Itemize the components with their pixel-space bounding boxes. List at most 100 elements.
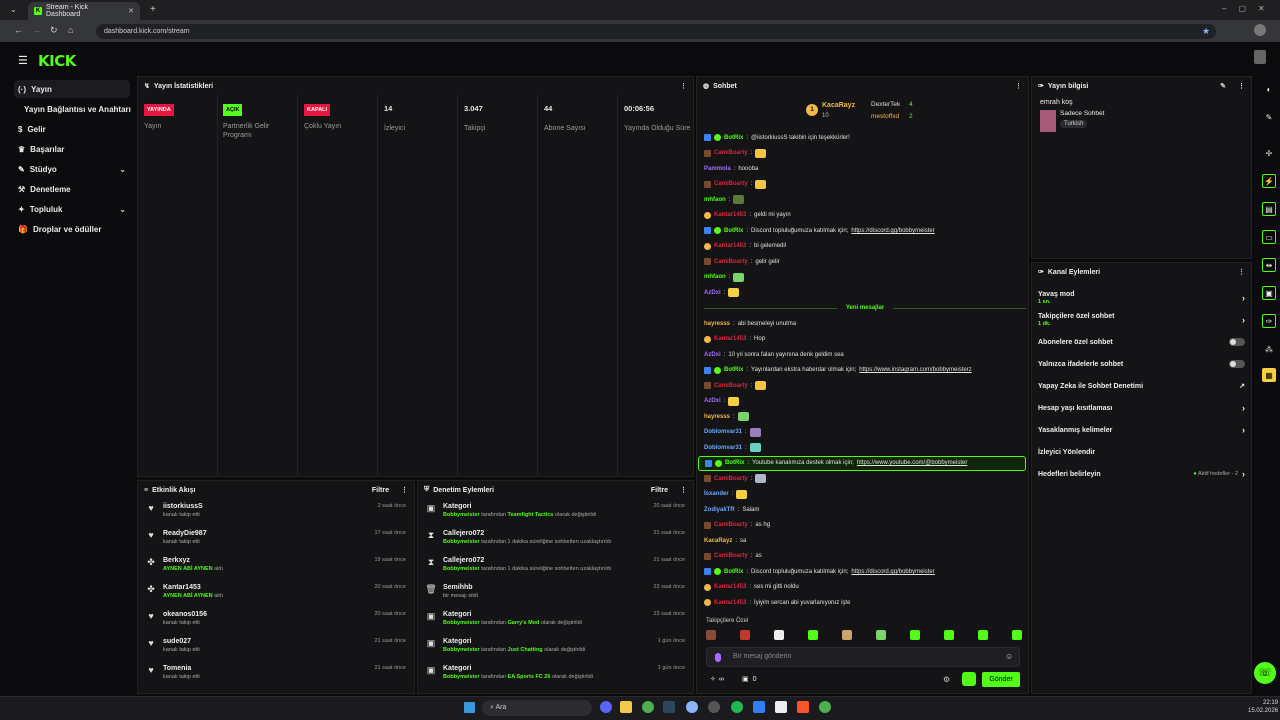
chat-message[interactable]: Doblomvar31: <box>698 440 1026 456</box>
chat-message[interactable]: CamiBoarty: <box>698 146 1026 162</box>
chat-link[interactable]: https://discord.gg/bobbymeister <box>851 569 934 575</box>
bookmark-star-icon[interactable]: ★ <box>1202 26 1210 37</box>
vscode-icon[interactable] <box>753 701 765 713</box>
home-icon[interactable]: ⌂ <box>68 25 73 35</box>
emote-icon[interactable] <box>842 630 852 640</box>
emote-icon[interactable] <box>910 630 920 640</box>
activity-row[interactable]: ✤ Berkxyz AYNEN ABİ AYNEN aldı 19 saat önce <box>138 553 414 580</box>
chat-message[interactable]: KacaRayz: sa <box>698 533 1026 549</box>
activity-user[interactable]: Berkxyz <box>163 557 223 564</box>
profile-avatar[interactable] <box>1254 24 1266 36</box>
chat-username[interactable]: Kantar1453 <box>714 600 746 606</box>
sidebar-item-yayin[interactable]: (·) Yayın <box>14 80 130 98</box>
chat-username[interactable]: CamiBoarty <box>714 383 748 389</box>
chat-username[interactable]: hayresss <box>704 321 730 327</box>
gift-display[interactable]: ▣ 0 <box>742 675 757 684</box>
mic-icon[interactable] <box>715 653 721 662</box>
chat-username[interactable]: Kantar1453 <box>714 584 746 590</box>
chat-username[interactable]: ZodiyakTR <box>704 507 735 513</box>
chat-username[interactable]: mhfaon <box>704 274 726 280</box>
bolt-icon[interactable]: ⚡ <box>1262 174 1276 188</box>
chat-message[interactable]: BotRix: Yayınlardan ekstra haberdar olmak… <box>698 363 1026 379</box>
moderation-row[interactable]: ▣ Kategori Bobbymeister tarafından EA Spor… <box>418 661 693 688</box>
chat-username[interactable]: mhfaon <box>704 197 726 203</box>
clapper-icon[interactable]: ▦ <box>1262 368 1276 382</box>
chat-message[interactable]: CamiBoarty: as <box>698 549 1026 565</box>
chat-username[interactable]: Kantar1453 <box>714 212 746 218</box>
moderation-row[interactable]: 🗑 Semihhb bir mesajı sildi 23 saat önce <box>418 580 693 607</box>
new-tab-icon[interactable]: + <box>150 4 156 15</box>
chrome-icon[interactable] <box>819 701 831 713</box>
system-clock[interactable]: 22:19 15.02.2026 <box>1248 699 1278 715</box>
tool-icon[interactable]: ✑ <box>1262 314 1276 328</box>
toggle-switch[interactable] <box>1229 338 1245 346</box>
moderation-row[interactable]: ▣ Kategori Bobbymeister tarafından Garry's… <box>418 607 693 634</box>
app-icon[interactable] <box>775 701 787 713</box>
sidebar-item-stream-key[interactable]: Yayın Bağlantısı ve Anahtarı <box>14 100 136 118</box>
more-icon[interactable]: ⋮ <box>1238 268 1245 276</box>
chat-username[interactable]: CamiBoarty <box>714 181 748 187</box>
chat-username[interactable]: Doblomvar31 <box>704 445 742 451</box>
activity-row[interactable]: ♥ iistorkiussS kanalı takip etti 2 saat önc… <box>138 499 414 526</box>
chat-username[interactable]: Kantar1453 <box>714 243 746 249</box>
activity-row[interactable]: ♥ sude027 kanalı takip etti 21 saat önce <box>138 634 414 661</box>
emoji-icon[interactable]: ☺ <box>1005 652 1013 661</box>
more-icon[interactable]: ⋮ <box>680 486 687 494</box>
chat-message[interactable]: CamiBoarty: as hg <box>698 518 1026 534</box>
moderation-row[interactable]: ▣ Kategori Bobbymeister tarafından Teamfig… <box>418 499 693 526</box>
windows-start-icon[interactable] <box>464 702 475 713</box>
channel-action[interactable]: Hedefleri belirleyin ● Aktif hedefler - 2… <box>1032 463 1251 485</box>
emote-icon[interactable] <box>774 630 784 640</box>
chat-username[interactable]: BotRix <box>724 367 743 373</box>
chat-message[interactable]: Kantar1453: Hop <box>698 332 1026 348</box>
chat-message[interactable]: BotRix: @iistorkiussS takibin için teşekk… <box>698 130 1026 146</box>
emote-icon[interactable] <box>808 630 818 640</box>
moderation-row[interactable]: ⧗ Callejero072 Bobbymeister tarafından 1 d… <box>418 526 693 553</box>
chat-message[interactable]: Kantar1453: İyiyim sercan abi yuvarlanıyo… <box>698 595 1026 611</box>
app-icon[interactable] <box>686 701 698 713</box>
spotify-icon[interactable] <box>731 701 743 713</box>
points-display[interactable]: ✧ ∞ <box>710 675 724 684</box>
chat-username[interactable]: hayresss <box>704 414 730 420</box>
more-icon[interactable]: ⋮ <box>1015 82 1022 90</box>
send-button[interactable]: Gönder <box>982 672 1020 687</box>
chat-message[interactable]: AzDxi: <box>698 285 1026 301</box>
tab-close-icon[interactable]: ✕ <box>128 7 134 15</box>
kick-logo[interactable]: KICK <box>38 52 76 70</box>
chat-message[interactable]: Kantar1453: geldi mi yayın <box>698 208 1026 224</box>
chat-username[interactable]: Doblomvar31 <box>704 429 742 435</box>
note-icon[interactable]: ▤ <box>1262 202 1276 216</box>
folder-icon[interactable] <box>620 701 632 713</box>
chat-link[interactable]: https://www.youtube.com/@bobbymeister <box>857 460 967 466</box>
emote-icon[interactable] <box>978 630 988 640</box>
channel-action[interactable]: Yasaklanmış kelimeler › <box>1032 419 1251 441</box>
emote-icon[interactable] <box>706 630 716 640</box>
activity-user[interactable]: iistorkiussS <box>163 503 203 510</box>
back-icon[interactable]: ← <box>14 25 23 35</box>
chrome-icon[interactable] <box>642 701 654 713</box>
channel-action[interactable]: Abonelere özel sohbet <box>1032 331 1251 353</box>
browser-tab[interactable]: K Stream - Kick Dashboard ✕ <box>28 2 140 20</box>
chat-username[interactable]: İsxander <box>704 491 729 497</box>
chat-username[interactable]: AzDxi <box>704 290 721 296</box>
monitor-icon[interactable]: ▣ <box>1262 286 1276 300</box>
split-icon[interactable]: ⇹ <box>1262 258 1276 272</box>
chat-username[interactable]: KacaRayz <box>704 538 732 544</box>
chat-username[interactable]: AzDxi <box>704 398 721 404</box>
moderation-row[interactable]: ⧗ Callejero072 Bobbymeister tarafından 1 d… <box>418 553 693 580</box>
channel-action[interactable]: Yalnızca ifadelerle sohbet <box>1032 353 1251 375</box>
activity-row[interactable]: ♥ ReadyDie987 kanalı takip etti 17 saat önc… <box>138 526 414 553</box>
forward-icon[interactable]: → <box>32 25 41 35</box>
pen-icon[interactable]: ✎ <box>1262 110 1276 124</box>
chat-link[interactable]: https://www.instagram.com/bobbymeisterz <box>859 367 971 373</box>
sidebar-item-gelir[interactable]: $ Gelir <box>14 120 130 138</box>
taskbar-search[interactable]: ⌕ Ara <box>482 700 592 716</box>
chat-username[interactable]: AzDxi <box>704 352 721 358</box>
chat-username[interactable]: BotRix <box>724 228 743 234</box>
channel-action[interactable]: Yavaş mod 1 sn. › <box>1032 287 1251 309</box>
activity-user[interactable]: okeanos0156 <box>163 611 207 618</box>
activity-row[interactable]: ♥ okeanos0156 kanalı takip etti 20 saat önc… <box>138 607 414 634</box>
discord-icon[interactable] <box>600 701 612 713</box>
channel-action[interactable]: İzleyici Yönlendir <box>1032 441 1251 463</box>
more-icon[interactable]: ⋮ <box>680 82 687 90</box>
